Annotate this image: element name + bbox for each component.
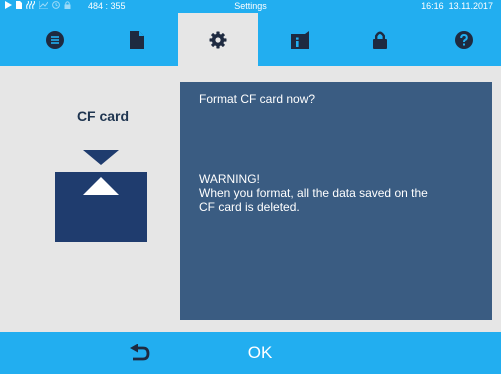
dialog-warning: WARNING! When you format, all the data s… xyxy=(199,172,489,214)
tab-settings[interactable] xyxy=(178,13,258,66)
warning-line: When you format, all the data saved on t… xyxy=(199,186,428,200)
status-bar: 484 : 355 Settings 16:16 13.11.2017 xyxy=(0,0,501,13)
tab-menu[interactable] xyxy=(15,13,95,66)
back-arrow-icon xyxy=(130,344,150,361)
format-dialog: Format CF card now? WARNING! When you fo… xyxy=(180,82,492,320)
info-icon xyxy=(291,30,309,49)
lock-icon xyxy=(373,31,387,49)
status-date: 13.11.2017 xyxy=(448,1,493,11)
list-icon xyxy=(46,30,64,49)
status-datetime: 16:16 13.11.2017 xyxy=(421,0,493,13)
tab-security[interactable] xyxy=(340,13,420,66)
warning-heading: WARNING! xyxy=(199,172,260,186)
help-icon xyxy=(455,30,473,49)
document-icon xyxy=(130,30,144,49)
gear-icon xyxy=(209,31,227,48)
dialog-question: Format CF card now? xyxy=(199,92,316,106)
tab-info[interactable] xyxy=(260,13,340,66)
cf-card-title: CF card xyxy=(76,108,130,124)
tab-bar xyxy=(0,13,501,66)
status-time: 16:16 xyxy=(421,1,444,11)
ok-button[interactable]: OK xyxy=(230,332,290,374)
tab-help[interactable] xyxy=(424,13,501,66)
warning-line: CF card is deleted. xyxy=(199,200,300,214)
bottom-bar: OK xyxy=(0,332,501,374)
back-button[interactable] xyxy=(115,332,165,374)
cf-card-icon xyxy=(55,150,147,242)
tab-documents[interactable] xyxy=(97,13,177,66)
